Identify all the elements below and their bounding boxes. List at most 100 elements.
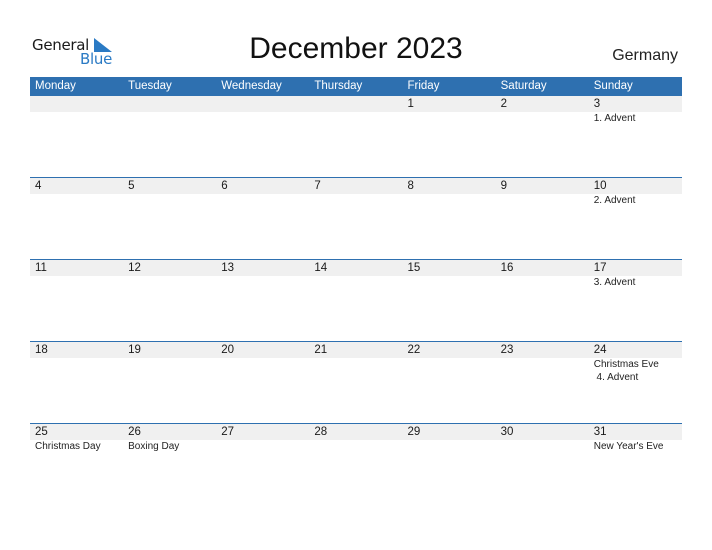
weekday-wednesday: Wednesday	[221, 80, 282, 92]
holiday-label: 3. Advent	[593, 277, 636, 288]
day-events	[123, 194, 216, 208]
day-number: 21	[314, 344, 328, 356]
day-number: 20	[221, 344, 235, 356]
day-events	[403, 358, 496, 384]
day-events	[216, 194, 309, 208]
day-number: 24	[593, 344, 607, 356]
events-row: Christmas Eve 4. Advent	[30, 358, 682, 384]
day-number: 7	[314, 180, 321, 192]
day-number: 27	[221, 426, 235, 438]
day-events	[403, 276, 496, 290]
events-row: 3. Advent	[30, 276, 682, 290]
day-number: 2	[500, 98, 508, 110]
week-row: 4 5 6 7 8 9 10 2. Advent	[30, 177, 682, 259]
day-events	[123, 358, 216, 384]
week-row: 1 2 3 1. Advent	[30, 96, 682, 177]
week-row: 18 19 20 21 22 23 24 Christmas Eve 4. Advent	[30, 341, 682, 423]
weekday-thursday: Thursday	[314, 80, 363, 92]
day-events	[309, 440, 402, 454]
day-number: 1	[407, 98, 414, 110]
holiday-label: 2. Advent	[593, 195, 636, 206]
events-row: Christmas Day Boxing Day New Year's Eve	[30, 440, 682, 454]
day-events	[309, 276, 402, 290]
day-number: 22	[407, 344, 421, 356]
day-events	[403, 112, 496, 126]
day-number: 18	[35, 344, 48, 356]
day-events	[496, 276, 589, 290]
day-events	[496, 112, 589, 126]
weekday-friday: Friday	[407, 80, 440, 92]
day-number	[216, 96, 309, 112]
day-number: 31	[593, 426, 607, 438]
date-bar: 18 19 20 21 22 23 24	[30, 342, 682, 358]
day-number: 19	[128, 344, 141, 356]
day-number: 9	[500, 180, 508, 192]
day-events	[309, 358, 402, 384]
day-events	[403, 440, 496, 454]
events-row: 2. Advent	[30, 194, 682, 208]
day-events: 3. Advent	[589, 276, 682, 290]
events-row: 1. Advent	[30, 112, 682, 126]
day-number: 14	[314, 262, 328, 274]
weekday-monday: Monday	[35, 80, 76, 92]
day-events	[496, 358, 589, 384]
day-events	[30, 276, 123, 290]
day-events	[403, 194, 496, 208]
day-events	[123, 276, 216, 290]
holiday-label: Christmas Eve	[593, 359, 659, 370]
day-events: New Year's Eve	[589, 440, 682, 454]
date-bar: 25 26 27 28 29 30 31	[30, 424, 682, 440]
day-events: Christmas Day	[30, 440, 123, 454]
weekday-sunday: Sunday	[593, 80, 633, 92]
holiday-label: 4. Advent	[593, 371, 639, 383]
day-number: 5	[128, 180, 135, 192]
date-bar: 4 5 6 7 8 9 10	[30, 178, 682, 194]
weekday-saturday: Saturday	[500, 80, 547, 92]
date-bar: 11 12 13 14 15 16 17	[30, 260, 682, 276]
day-number: 11	[35, 262, 47, 274]
day-events	[309, 194, 402, 208]
week-row: 25 26 27 28 29 30 31 Christmas Day Boxing Day New…	[30, 423, 682, 505]
day-number: 16	[500, 262, 514, 274]
day-number: 15	[407, 262, 421, 274]
day-number: 3	[593, 98, 601, 110]
weekday-tuesday: Tuesday	[128, 80, 172, 92]
date-bar: 1 2 3	[30, 96, 682, 112]
day-events	[30, 358, 123, 384]
day-number: 23	[500, 344, 514, 356]
day-number: 29	[407, 426, 421, 438]
week-row: 11 12 13 14 15 16 17 3. Advent	[30, 259, 682, 341]
day-events	[123, 112, 216, 126]
day-number: 6	[221, 180, 228, 192]
day-events	[309, 112, 402, 126]
day-events: 2. Advent	[589, 194, 682, 208]
day-number	[309, 96, 402, 112]
holiday-label: New Year's Eve	[593, 441, 664, 452]
day-number: 13	[221, 262, 235, 274]
day-events: 1. Advent	[589, 112, 682, 126]
day-events	[216, 276, 309, 290]
day-events	[30, 112, 123, 126]
holiday-label: Boxing Day	[128, 441, 180, 452]
day-events: Christmas Eve 4. Advent	[589, 358, 682, 384]
day-number: 12	[128, 262, 141, 274]
holiday-label: 1. Advent	[593, 113, 636, 124]
day-number: 8	[407, 180, 414, 192]
day-number: 4	[35, 180, 42, 192]
country-label: Germany	[612, 47, 678, 64]
holiday-label: Christmas Day	[35, 441, 101, 452]
day-events: Boxing Day	[123, 440, 216, 454]
day-number	[123, 96, 216, 112]
day-number: 26	[128, 426, 141, 438]
day-events	[496, 194, 589, 208]
day-events	[216, 358, 309, 384]
calendar-grid: Monday Tuesday Wednesday Thursday Friday Satu…	[30, 77, 682, 505]
calendar-title: December 2023	[249, 32, 463, 65]
day-events	[216, 440, 309, 454]
day-number: 25	[35, 426, 48, 438]
weekday-header: Monday Tuesday Wednesday Thursday Friday Satu…	[30, 77, 682, 96]
day-number: 28	[314, 426, 328, 438]
day-number: 10	[593, 180, 607, 192]
day-events	[496, 440, 589, 454]
day-number: 30	[500, 426, 514, 438]
